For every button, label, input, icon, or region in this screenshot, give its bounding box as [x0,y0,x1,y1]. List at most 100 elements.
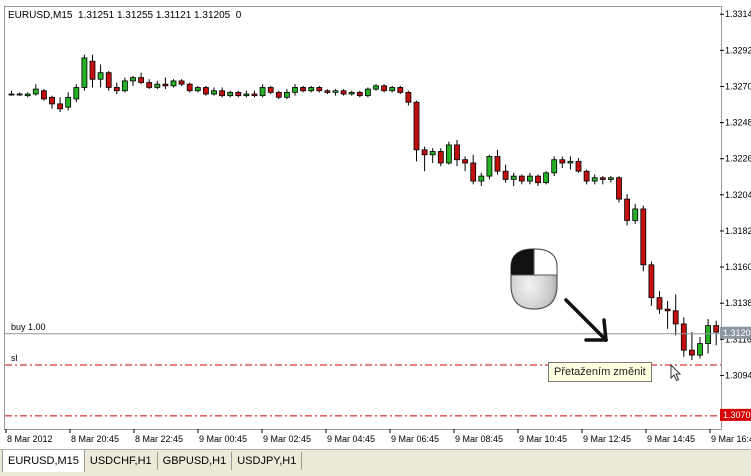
candle-body [413,101,420,151]
price-tick-label: 1.3094 [725,370,751,380]
candle-body [211,90,217,95]
candle-body [130,77,136,82]
candle [154,80,161,90]
candle [16,92,23,96]
candle-body [599,177,606,180]
candle-body [340,90,347,95]
tab-usdchf-h1[interactable]: USDCHF,H1 [85,452,158,470]
candle [186,82,193,93]
candle-body [259,87,266,97]
candle-body [381,85,388,92]
time-tick-label: 9 Mar 04:45 [327,434,375,444]
candle [122,77,128,93]
candle-body [105,72,112,88]
candle [300,85,307,93]
candle-body [405,91,412,103]
candle [235,90,242,98]
candle-body [81,57,88,88]
time-tick-label: 9 Mar 12:45 [583,434,631,444]
candle [24,92,31,98]
candle-body [202,87,209,95]
candle [381,84,388,93]
candle-body [73,87,80,100]
sl-line-label: sl [11,352,18,363]
candle [583,169,590,185]
candle-body [49,96,55,105]
price-tick-label: 1.3292 [725,45,751,55]
candle [194,85,201,93]
candle-body [608,177,614,180]
candle-body [429,151,436,156]
candle-body [648,264,655,299]
candle [478,172,485,186]
candle [697,337,703,359]
candle [113,82,120,95]
candle-body [535,175,541,184]
time-tick-label: 8 Mar 20:45 [71,434,119,444]
candle [364,87,371,98]
time-tick-label: 8 Mar 2012 [7,434,53,444]
candle [81,54,88,91]
candle-body [397,87,404,93]
candle [535,174,541,186]
candle [502,164,509,183]
candle-body [672,310,679,325]
candle [340,89,347,96]
candle [608,176,614,183]
candle-body [697,343,703,356]
candle-body [57,103,63,110]
candle [89,54,96,88]
candle [292,84,298,96]
candle [97,64,104,88]
time-tick-label: 9 Mar 02:45 [263,434,311,444]
candle [429,148,436,163]
candle-body [680,323,687,351]
candle-body [583,170,590,182]
candle [373,84,379,91]
candle-body [632,208,639,221]
time-tick-label: 9 Mar 06:45 [391,434,439,444]
tab-usdjpy-h1[interactable]: USDJPY,H1 [232,452,303,470]
candle [227,90,234,98]
candle [251,90,258,98]
time-tick-label: 9 Mar 08:45 [455,434,503,444]
candle-body [65,96,72,108]
candle [413,100,420,162]
candle-body [389,87,396,92]
candle-body [551,159,558,174]
candle [259,84,266,98]
candle-body [502,170,509,180]
candle-body [478,175,485,182]
price-tick-label: 1.3160 [725,262,751,272]
tp-price-label: 1.3070 [723,410,751,420]
price-tick-label: 1.3182 [725,226,751,236]
candle-body [267,87,274,93]
candle-body [543,172,549,184]
candle-body [235,91,242,97]
candle-body [332,90,339,93]
candle [49,95,55,109]
tab-eurusd-m15[interactable]: EURUSD,M15 [2,450,85,472]
candle [332,89,339,96]
candle-body [559,159,566,164]
price-tick-label: 1.3270 [725,81,751,91]
candle-body [591,177,598,182]
candle-body [292,87,298,93]
time-tick-label: 9 Mar 14:45 [647,434,695,444]
candle [275,90,282,99]
candle-body [194,87,201,92]
candle-body [348,91,355,95]
candle [518,174,525,185]
candle [567,156,574,170]
candle-body [97,72,104,80]
time-tick-label: 9 Mar 10:45 [519,434,567,444]
candle [559,156,566,168]
tab-gbpusd-h1[interactable]: GBPUSD,H1 [158,452,233,470]
candle-body [527,175,533,182]
candle [178,79,185,86]
candle-body [170,80,177,87]
candle-body [251,93,258,97]
candle [672,294,679,336]
price-axis: 1.3314 1.3292 1.3270 1.3248 1.3226 1.3204 1.31… [720,9,751,421]
candle [324,89,331,95]
